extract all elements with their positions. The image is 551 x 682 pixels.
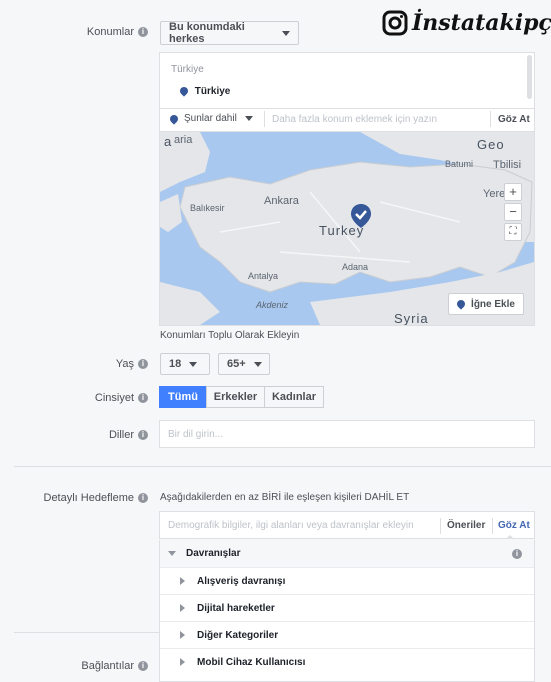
map-label-georgia-cont: a (164, 134, 173, 149)
age-min-dropdown[interactable]: 18 (160, 353, 210, 375)
map-label-syria: Syria (394, 311, 429, 325)
chevron-down-icon (244, 116, 253, 121)
zoom-out-button[interactable]: − (504, 203, 522, 221)
age-label: Yaş i (30, 358, 148, 370)
country-group-header: Türkiye (171, 64, 204, 75)
info-icon[interactable]: i (138, 493, 148, 504)
gender-option-women[interactable]: Kadınlar (264, 386, 324, 408)
map-label-tbilisi: Tbilisi (493, 159, 522, 171)
map-label-georgia: Geo (477, 137, 505, 152)
map-label-balikesir: Balıkesir (190, 203, 225, 213)
info-icon[interactable]: i (512, 549, 522, 559)
map-location-pin-icon (351, 204, 371, 228)
map-label-adana: Adana (342, 262, 369, 272)
watermark-brand: İnstatakipçi (412, 10, 551, 36)
info-icon[interactable]: i (138, 27, 148, 38)
suggestions-button[interactable]: Öneriler (447, 520, 485, 531)
chevron-right-icon (180, 631, 185, 639)
locations-label: Konumlar i (30, 26, 148, 38)
chevron-right-icon (180, 577, 185, 585)
location-pin-icon (168, 112, 180, 125)
bulk-add-locations-link[interactable]: Konumları Toplu Olarak Ekleyin (160, 330, 299, 341)
chevron-down-icon (282, 30, 290, 36)
browse-locations-button[interactable]: Göz At (498, 114, 530, 125)
detailed-targeting-label: Detaylı Hedefleme i (30, 492, 148, 504)
gender-label: Cinsiyet i (30, 392, 148, 404)
gender-option-men[interactable]: Erkekler (206, 386, 265, 408)
selected-country[interactable]: Türkiye (178, 85, 230, 98)
chevron-down-icon (253, 361, 262, 367)
chevron-right-icon (180, 658, 185, 666)
detailed-targeting-search: Demografik bilgiler, ilgi alanları veya … (159, 511, 535, 539)
info-icon[interactable]: i (138, 393, 148, 404)
list-item[interactable]: Alışveriş davranışı (160, 567, 534, 594)
map-label-batumi: Batumi (445, 159, 474, 169)
language-input[interactable]: Bir dil girin... (159, 420, 535, 448)
map-label-ankara: Ankara (264, 195, 299, 207)
map-label-antalya: Antalya (248, 271, 279, 281)
include-dropdown[interactable]: Şunlar dahil (168, 112, 253, 125)
map-label-yerevan: Yere (483, 188, 506, 200)
fullscreen-icon[interactable]: ⛶ (504, 223, 522, 241)
section-divider (14, 466, 551, 467)
list-item[interactable]: Diğer Kategoriler (160, 621, 534, 648)
map-label-akdeniz: Akdeniz (256, 300, 289, 310)
chevron-right-icon (180, 604, 185, 612)
info-icon[interactable]: i (138, 359, 148, 370)
watermark-logo: İnstatakipçi (382, 10, 551, 36)
section-divider (14, 632, 159, 633)
chevron-down-icon (168, 551, 176, 556)
detailed-targeting-description: Aşağıdakilerden en az BİRİ ile eşleşen k… (160, 492, 410, 503)
location-pin-icon (178, 85, 190, 98)
active-tab-indicator (506, 535, 514, 539)
age-max-dropdown[interactable]: 65+ (218, 353, 270, 375)
drop-pin-button[interactable]: İğne Ekle (448, 293, 524, 315)
scrollbar[interactable] (527, 55, 532, 99)
info-icon[interactable]: i (138, 661, 148, 672)
map-label-aria: aria (174, 134, 193, 146)
gender-option-all[interactable]: Tümü (159, 386, 207, 408)
connections-label: Bağlantılar i (30, 660, 148, 672)
list-item[interactable]: Mobil Cihaz Kullanıcısı (160, 648, 534, 675)
location-map[interactable]: Geo a Batumi Tbilisi Yere Ankara Balıkes… (160, 132, 534, 325)
browse-targeting-button[interactable]: Göz At (498, 520, 530, 531)
audience-dropdown[interactable]: Bu konumdaki herkes (160, 21, 299, 45)
info-icon[interactable]: i (138, 430, 148, 441)
browse-dropdown: Davranışlar i Alışveriş davranışı Dijita… (159, 540, 535, 682)
zoom-in-button[interactable]: + (504, 183, 522, 201)
list-item[interactable]: Dijital hareketler (160, 594, 534, 621)
location-selector: Türkiye Türkiye Şunlar dahil Daha fazla … (159, 52, 535, 326)
category-behaviors[interactable]: Davranışlar i (160, 540, 534, 567)
detailed-targeting-input[interactable]: Demografik bilgiler, ilgi alanları veya … (168, 520, 414, 531)
languages-label: Diller i (30, 429, 148, 441)
chevron-down-icon (189, 361, 198, 367)
location-pin-icon (455, 298, 467, 310)
instagram-icon (382, 10, 408, 36)
location-search-input[interactable]: Daha fazla konum eklemek için yazın (272, 114, 437, 125)
